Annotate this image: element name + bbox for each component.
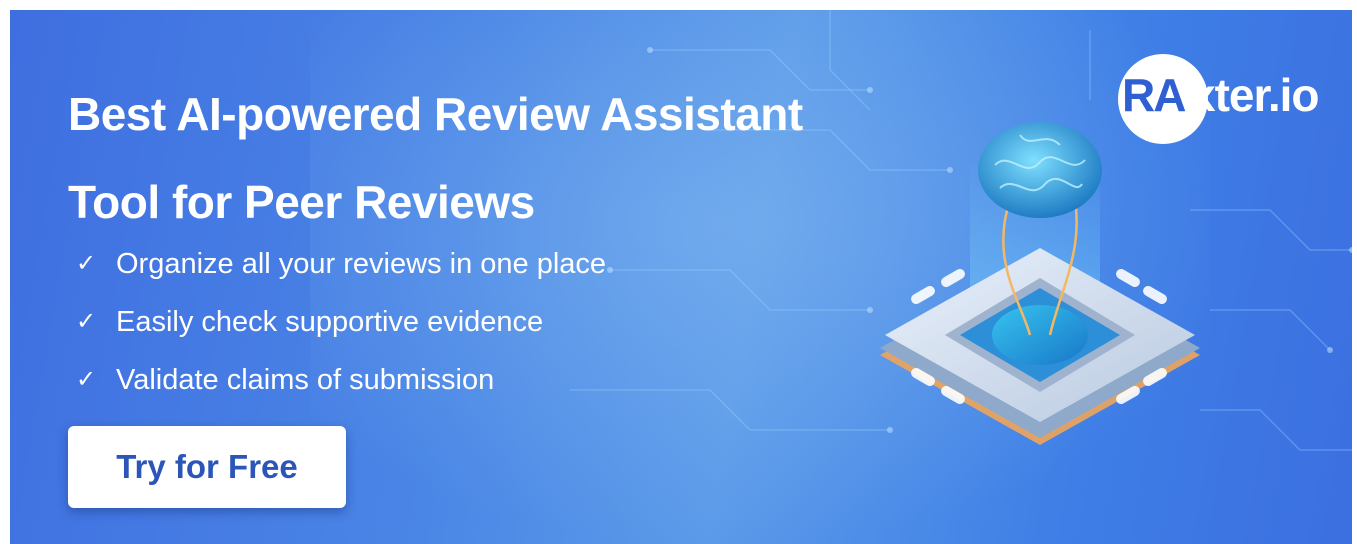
headline-line-2: Tool for Peer Reviews: [68, 176, 535, 228]
feature-item: ✓ Organize all your reviews in one place: [76, 235, 606, 293]
check-icon: ✓: [76, 366, 97, 393]
try-for-free-button[interactable]: Try for Free: [68, 426, 346, 508]
check-icon: ✓: [76, 308, 97, 335]
headline: Best AI-powered Review Assistant Tool fo…: [68, 70, 888, 246]
feature-item: ✓ Easily check supportive evidence: [76, 293, 606, 351]
headline-line-1: Best AI-powered Review Assistant: [68, 88, 803, 140]
feature-item: ✓ Validate claims of submission: [76, 351, 606, 409]
feature-list: ✓ Organize all your reviews in one place…: [76, 235, 606, 409]
feature-text: Organize all your reviews in one place: [116, 248, 607, 280]
page-frame: Best AI-powered Review Assistant Tool fo…: [0, 0, 1357, 544]
feature-text: Easily check supportive evidence: [116, 306, 544, 338]
check-icon: ✓: [76, 250, 97, 277]
feature-text: Validate claims of submission: [116, 364, 495, 396]
brain-on-chip-icon: [880, 122, 1200, 445]
promo-banner[interactable]: Best AI-powered Review Assistant Tool fo…: [10, 10, 1352, 544]
